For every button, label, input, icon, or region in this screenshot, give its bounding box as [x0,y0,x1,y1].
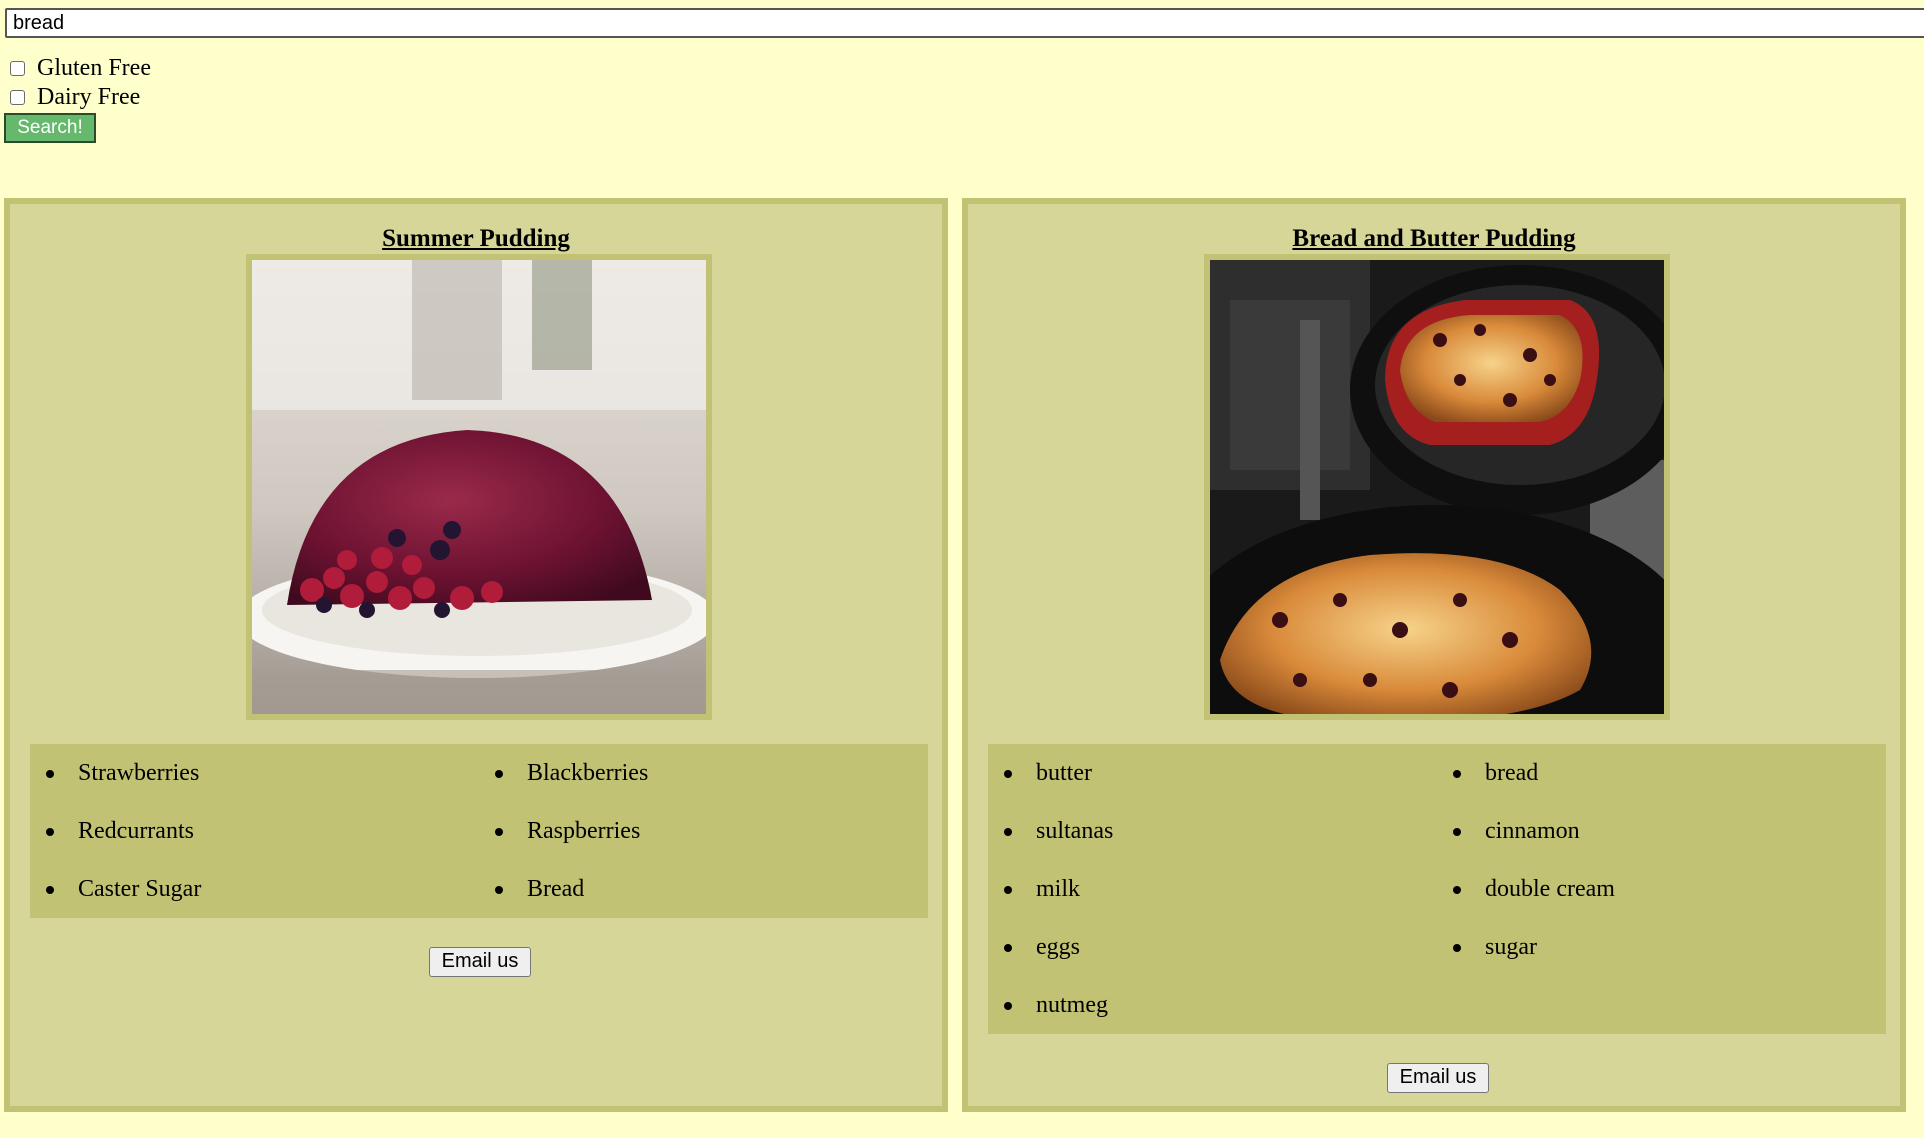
ingredient-item: Bread [479,860,928,918]
ingredient-item: nutmeg [988,976,1437,1034]
recipe-card: Summer Pudding Strawberries Blackberries… [4,198,948,1112]
recipe-photo-frame [246,254,712,720]
dairy-free-checkbox[interactable] [10,89,25,105]
ingredients-box: Strawberries Blackberries Redcurrants Ra… [30,744,928,918]
ingredient-item: sultanas [988,802,1437,860]
email-us-button[interactable]: Email us [429,947,531,977]
ingredient-item: double cream [1437,860,1886,918]
recipe-title[interactable]: Bread and Butter Pudding [968,224,1900,254]
summer-pudding-photo [252,260,706,714]
ingredient-item: eggs [988,918,1437,976]
ingredient-item: butter [988,744,1437,802]
dairy-free-label: Dairy Free [37,83,141,110]
ingredients-box: butter bread sultanas cinnamon milk doub… [988,744,1886,1034]
recipe-photo-frame [1204,254,1670,720]
bread-and-butter-pudding-photo [1210,260,1664,714]
dairy-free-filter[interactable]: Dairy Free [10,84,140,110]
recipe-card: Bread and Butter Pudding butter bread su… [962,198,1906,1112]
search-input[interactable]: bread [5,8,1924,38]
ingredient-item: Strawberries [30,744,479,802]
ingredient-item: sugar [1437,918,1886,976]
search-button[interactable]: Search! [4,113,96,143]
gluten-free-label: Gluten Free [37,54,151,81]
email-us-button[interactable]: Email us [1387,1063,1489,1093]
ingredient-item: bread [1437,744,1886,802]
recipe-title[interactable]: Summer Pudding [10,224,942,254]
ingredients-list: Strawberries Blackberries Redcurrants Ra… [30,744,928,918]
ingredient-item: Raspberries [479,802,928,860]
gluten-free-filter[interactable]: Gluten Free [10,55,151,81]
ingredient-item: milk [988,860,1437,918]
ingredient-item: cinnamon [1437,802,1886,860]
ingredient-item: Redcurrants [30,802,479,860]
ingredients-list: butter bread sultanas cinnamon milk doub… [988,744,1886,1034]
ingredient-item: Blackberries [479,744,928,802]
gluten-free-checkbox[interactable] [10,60,25,76]
ingredient-item: Caster Sugar [30,860,479,918]
